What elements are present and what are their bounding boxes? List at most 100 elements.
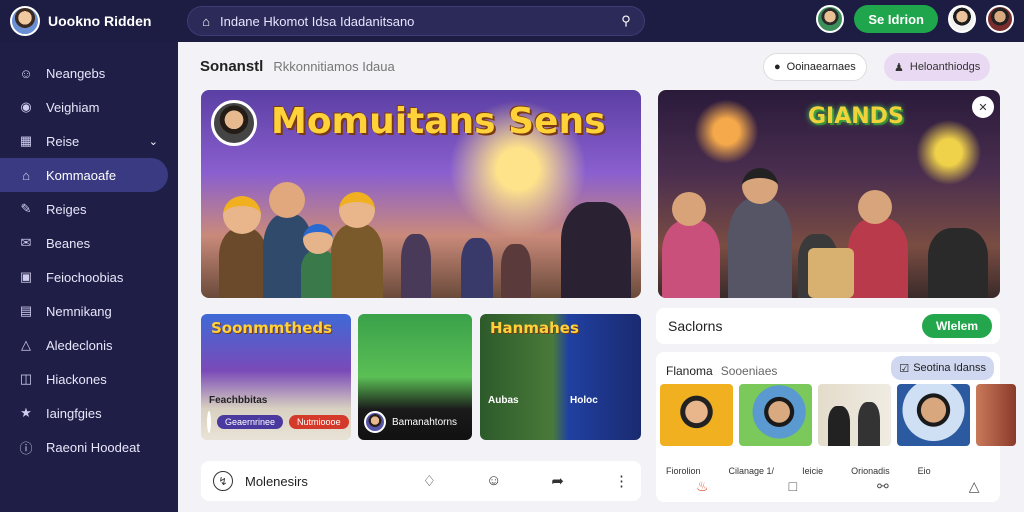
thumbnail-label: Eio bbox=[917, 466, 931, 476]
contact-avatar[interactable] bbox=[948, 5, 976, 33]
message-icon[interactable]: □ bbox=[789, 478, 797, 495]
document-icon: ▤ bbox=[19, 303, 33, 318]
home-icon: ⌂ bbox=[22, 167, 30, 183]
tag-badge[interactable]: Geaernrinee bbox=[217, 415, 284, 429]
creator-avatar[interactable] bbox=[211, 100, 257, 146]
fire-icon[interactable]: ♨ bbox=[696, 478, 709, 495]
sidebar-item[interactable]: ☺ Neangebs bbox=[0, 56, 178, 90]
sidebar-item[interactable]: △ Aledeclonis bbox=[0, 328, 178, 362]
thumbnail[interactable] bbox=[818, 384, 891, 446]
sidebar-item-label: Feiochoobias bbox=[46, 269, 124, 285]
sidebar-item[interactable]: ★ Iaingfgies bbox=[0, 396, 178, 430]
sidebar-item-active[interactable]: ⌂ Kommaoafe bbox=[0, 158, 168, 192]
account-chip[interactable]: ♟ Heloanthiodgs bbox=[884, 53, 991, 81]
gallery-panel: Flanoma Sooeniaes ☑ Seotina Idanss Fioro… bbox=[656, 352, 1016, 502]
sidebar-item[interactable]: ▦ Reise ⌄ bbox=[0, 124, 178, 158]
thumbnail-row bbox=[660, 384, 1016, 446]
gallery-subtitle: Sooeniaes bbox=[720, 364, 778, 378]
chip-label: Ooinaearnaes bbox=[786, 61, 856, 73]
search-icon[interactable]: ⚲ bbox=[618, 13, 634, 29]
avatar[interactable] bbox=[207, 411, 211, 433]
tag-badge[interactable]: Nutmioooe bbox=[289, 415, 349, 429]
chart-icon: ◫ bbox=[19, 371, 33, 386]
thumbnail-label: Orionadis bbox=[851, 466, 890, 476]
bell-icon: △ bbox=[21, 337, 31, 352]
brand-avatar bbox=[10, 6, 40, 36]
bell-icon[interactable]: ♢ bbox=[423, 472, 436, 490]
view-button[interactable]: Wlelem bbox=[921, 314, 992, 338]
event-sign: GIANDS bbox=[808, 104, 904, 129]
primary-action-button[interactable]: Se Idrion bbox=[854, 5, 938, 33]
content-card[interactable]: Soonmmtheds Feachbbitas Geaernrinee Nutm… bbox=[201, 314, 351, 440]
user-icon: ☺ bbox=[19, 65, 33, 81]
user-avatar[interactable] bbox=[816, 5, 845, 33]
more-icon[interactable]: ⋮ bbox=[614, 472, 629, 490]
edit-icon: ✎ bbox=[20, 201, 32, 216]
bottom-toolbar: ↯ Molenesirs ♢ ☺ ➦ ⋮ bbox=[201, 461, 641, 501]
sidebar-item[interactable]: ▤ Nemnikang bbox=[0, 294, 178, 328]
smiley-icon[interactable]: ☺ bbox=[486, 472, 501, 490]
thumbnail[interactable] bbox=[739, 384, 812, 446]
grid-icon: ▦ bbox=[19, 133, 33, 148]
event-illustration bbox=[658, 168, 1000, 298]
sidebar-item[interactable]: ▣ Feiochoobias bbox=[0, 260, 178, 294]
sidebar-item[interactable]: ◫ Hiackones bbox=[0, 362, 178, 396]
card-caption: Bamanahtorns bbox=[392, 416, 458, 428]
page-header: Sonanstl Rkkonnitiamos Idaua bbox=[200, 58, 395, 75]
thumbnail[interactable] bbox=[976, 384, 1016, 446]
lightning-icon[interactable]: ↯ bbox=[213, 471, 233, 491]
thumbnail-label: Fiorolion bbox=[666, 466, 701, 476]
chip-label: Seotina Idanss bbox=[913, 362, 986, 374]
sidebar-item-label: Reise bbox=[46, 133, 80, 149]
page-subtitle: Rkkonnitiamos Idaua bbox=[273, 59, 395, 74]
featured-banner[interactable]: Momuitans Sens bbox=[201, 90, 641, 298]
close-icon[interactable]: ✕ bbox=[972, 96, 994, 118]
chip-label: Heloanthiodgs bbox=[909, 61, 981, 73]
search-bar[interactable]: ⌂ ⚲ bbox=[187, 6, 645, 36]
sidebar-item-label: Hiackones bbox=[46, 371, 107, 387]
circle-icon: ● bbox=[774, 61, 781, 73]
share-icon[interactable]: ➦ bbox=[551, 472, 564, 490]
card-title: Soonmmtheds bbox=[211, 319, 333, 337]
thumbnail[interactable] bbox=[660, 384, 733, 446]
sidebar-item-label: Neangebs bbox=[46, 65, 106, 81]
card-title: Hanmahes bbox=[490, 319, 579, 337]
gallery-filter-chip[interactable]: ☑ Seotina Idanss bbox=[891, 356, 994, 380]
chevron-down-icon[interactable]: ⌄ bbox=[149, 135, 158, 148]
thumbnail[interactable] bbox=[897, 384, 970, 446]
user-icon: ♟ bbox=[894, 61, 904, 74]
search-input[interactable] bbox=[220, 13, 618, 29]
gallery-header: Flanoma Sooeniaes bbox=[666, 364, 777, 378]
brand-name: Uookno Ridden bbox=[48, 13, 152, 29]
info-icon: ⓘ bbox=[19, 440, 33, 456]
profile-avatar[interactable] bbox=[986, 5, 1014, 33]
card-caption: Feachbbitas bbox=[209, 395, 268, 406]
sidebar-item-label: Veighiam bbox=[46, 99, 100, 115]
sections-panel: Saclorns Wlelem bbox=[656, 308, 1000, 344]
banner-illustration bbox=[201, 182, 641, 298]
thumbnail-labels: Fiorolion Cilanage 1/ Ieicie Orionadis E… bbox=[666, 466, 931, 476]
content-card[interactable]: Hanmahes Aubas Holoc bbox=[480, 314, 641, 440]
chat-icon: ◉ bbox=[20, 99, 32, 114]
banner-title: Momuitans Sens bbox=[271, 101, 606, 142]
sidebar-item[interactable]: ✎ Reiges bbox=[0, 192, 178, 226]
top-bar: Uookno Ridden ⌂ ⚲ Se Idrion bbox=[0, 0, 1024, 42]
sidebar-item[interactable]: ✉ Beanes bbox=[0, 226, 178, 260]
gallery-actions: ♨ □ ⚯ △ bbox=[696, 478, 980, 495]
sidebar-item-label: Raeoni Hoodeat bbox=[46, 439, 140, 455]
thumbnail-label: Ieicie bbox=[802, 466, 824, 476]
thumbnail-label: Cilanage 1/ bbox=[728, 466, 775, 476]
person-icon[interactable]: △ bbox=[969, 478, 980, 495]
sidebar-item[interactable]: ⓘ Raeoni Hoodeat bbox=[0, 430, 178, 464]
game-icon: ★ bbox=[20, 405, 32, 420]
event-banner[interactable]: GIANDS ✕ bbox=[658, 90, 1000, 298]
sidebar: ☺ Neangebs ◉ Veighiam ▦ Reise ⌄ ⌂ Kommaoafe ✎… bbox=[0, 42, 178, 512]
filter-chip[interactable]: ● Ooinaearnaes bbox=[763, 53, 867, 81]
home-icon[interactable]: ⌂ bbox=[198, 13, 214, 29]
avatar[interactable] bbox=[364, 411, 386, 433]
calendar-icon: ▣ bbox=[19, 269, 33, 284]
people-icon[interactable]: ⚯ bbox=[877, 478, 889, 495]
content-card[interactable]: Bamanahtorns bbox=[358, 314, 472, 440]
brand[interactable]: Uookno Ridden bbox=[0, 6, 178, 36]
sidebar-item[interactable]: ◉ Veighiam bbox=[0, 90, 178, 124]
